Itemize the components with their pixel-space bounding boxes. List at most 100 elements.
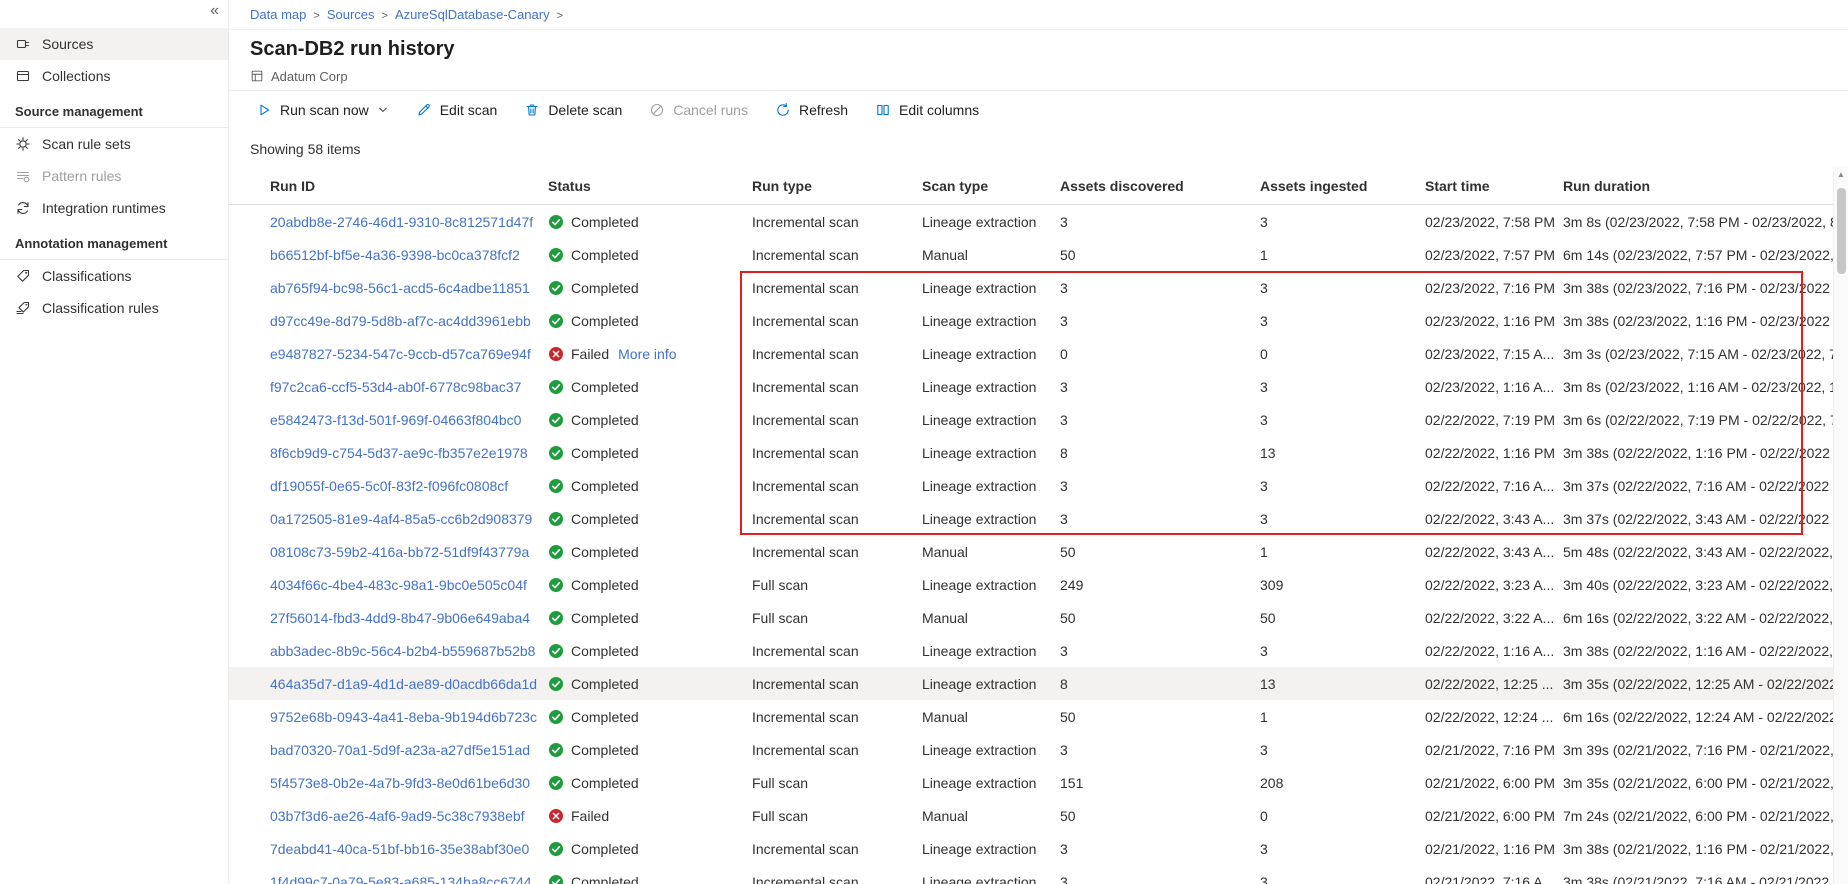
table-row[interactable]: df19055f-0e65-5c0f-83f2-f096fc0808cf Comp… bbox=[229, 469, 1848, 502]
table-row[interactable]: f97c2ca6-ccf5-53d4-ab0f-6778c98bac37 Comp… bbox=[229, 370, 1848, 403]
run-id-link[interactable]: e9487827-5234-547c-9ccb-d57ca769e94f bbox=[270, 346, 531, 362]
start-time-cell: 02/23/2022, 7:57 PM bbox=[1425, 246, 1555, 263]
table-row[interactable]: 5f4573e8-0b2e-4a7b-9fd3-8e0d61be6d30 Comp… bbox=[229, 766, 1848, 799]
column-header-run-id[interactable]: Run ID bbox=[270, 178, 548, 194]
status-failed-icon bbox=[548, 808, 564, 824]
sidebar-item-label: Collections bbox=[42, 68, 111, 84]
run-id-link[interactable]: 08108c73-59b2-416a-bb72-51df9f43779a bbox=[270, 544, 529, 560]
sidebar-item-pattern-rules[interactable]: Pattern rules bbox=[0, 160, 228, 192]
column-header-assets-ingested[interactable]: Assets ingested bbox=[1260, 178, 1425, 194]
run-id-link[interactable]: df19055f-0e65-5c0f-83f2-f096fc0808cf bbox=[270, 478, 508, 494]
run-id-link[interactable]: 03b7f3d6-ae26-4af6-9ad9-5c38c7938ebf bbox=[270, 808, 525, 824]
status-completed-icon bbox=[548, 412, 564, 428]
status-completed-icon bbox=[548, 841, 564, 857]
run-type-cell: Incremental scan bbox=[752, 213, 859, 230]
run-duration-cell: 3m 38s (02/22/2022, 1:16 AM - 02/22/2022… bbox=[1563, 642, 1845, 659]
scan-type-cell: Lineage extraction bbox=[922, 510, 1037, 527]
run-id-link[interactable]: abb3adec-8b9c-56c4-b2b4-b559687b52b8 bbox=[270, 643, 535, 659]
start-time-cell: 02/22/2022, 1:16 A... bbox=[1425, 642, 1555, 659]
sidebar-item-integration-runtimes[interactable]: Integration runtimes bbox=[0, 192, 228, 224]
table-row[interactable]: 08108c73-59b2-416a-bb72-51df9f43779a Comp… bbox=[229, 535, 1848, 568]
sidebar-item-sources[interactable]: Sources bbox=[0, 28, 228, 60]
run-type-cell: Full scan bbox=[752, 609, 809, 626]
run-id-link[interactable]: ab765f94-bc98-56c1-acd5-6c4adbe11851 bbox=[270, 280, 530, 296]
run-id-link[interactable]: 7deabd41-40ca-51bf-bb16-35e38abf30e0 bbox=[270, 841, 529, 857]
column-header-start-time[interactable]: Start time bbox=[1425, 178, 1563, 194]
run-type-cell: Incremental scan bbox=[752, 444, 859, 461]
scan-type-cell: Manual bbox=[922, 708, 968, 725]
table-row[interactable]: abb3adec-8b9c-56c4-b2b4-b559687b52b8 Comp… bbox=[229, 634, 1848, 667]
table-row[interactable]: 27f56014-fbd3-4dd9-8b47-9b06e649aba4 Comp… bbox=[229, 601, 1848, 634]
cancel-runs-button[interactable]: Cancel runs bbox=[649, 102, 748, 118]
table-row[interactable]: e9487827-5234-547c-9ccb-d57ca769e94f Fail… bbox=[229, 337, 1848, 370]
table-row[interactable]: 20abdb8e-2746-46d1-9310-8c812571d47f Comp… bbox=[229, 205, 1848, 238]
collections-icon bbox=[15, 68, 31, 84]
vertical-scrollbar[interactable]: ▲ bbox=[1833, 166, 1848, 884]
run-id-link[interactable]: 4034f66c-4be4-483c-98a1-9bc0e505c04f bbox=[270, 577, 527, 593]
column-header-run-type[interactable]: Run type bbox=[752, 178, 922, 194]
run-id-link[interactable]: 27f56014-fbd3-4dd9-8b47-9b06e649aba4 bbox=[270, 610, 530, 626]
table-row[interactable]: d97cc49e-8d79-5d8b-af7c-ac4dd3961ebb Comp… bbox=[229, 304, 1848, 337]
table-row[interactable]: 03b7f3d6-ae26-4af6-9ad9-5c38c7938ebf Fail… bbox=[229, 799, 1848, 832]
run-type-cell: Full scan bbox=[752, 774, 809, 791]
breadcrumb-link-sources[interactable]: Sources bbox=[327, 7, 375, 22]
sidebar-item-collections[interactable]: Collections bbox=[0, 60, 228, 92]
table-row[interactable]: 8f6cb9d9-c754-5d37-ae9c-fb357e2e1978 Comp… bbox=[229, 436, 1848, 469]
sidebar-item-label: Pattern rules bbox=[42, 168, 122, 184]
table-row[interactable]: 4034f66c-4be4-483c-98a1-9bc0e505c04f Comp… bbox=[229, 568, 1848, 601]
run-id-link[interactable]: f97c2ca6-ccf5-53d4-ab0f-6778c98bac37 bbox=[270, 379, 521, 395]
run-scan-now-button[interactable]: Run scan now bbox=[256, 102, 389, 118]
toolbar-button-label: Edit scan bbox=[439, 101, 498, 118]
table-row[interactable]: 1f4d99c7-0a79-5e83-a685-134ba8cc6744 Comp… bbox=[229, 865, 1848, 884]
edit-scan-button[interactable]: Edit scan bbox=[416, 101, 498, 118]
table-row[interactable]: 7deabd41-40ca-51bf-bb16-35e38abf30e0 Comp… bbox=[229, 832, 1848, 865]
table-row[interactable]: b66512bf-bf5e-4a36-9398-bc0ca378fcf2 Comp… bbox=[229, 238, 1848, 271]
sidebar-item-scan-rule-sets[interactable]: Scan rule sets bbox=[0, 128, 228, 160]
column-header-status[interactable]: Status bbox=[548, 178, 752, 194]
run-id-link[interactable]: 5f4573e8-0b2e-4a7b-9fd3-8e0d61be6d30 bbox=[270, 775, 530, 791]
column-header-run-duration[interactable]: Run duration bbox=[1563, 178, 1848, 194]
run-id-link[interactable]: 1f4d99c7-0a79-5e83-a685-134ba8cc6744 bbox=[270, 874, 532, 884]
column-header-scan-type[interactable]: Scan type bbox=[922, 178, 1060, 194]
run-duration-cell: 3m 37s (02/22/2022, 7:16 AM - 02/22/2022… bbox=[1563, 477, 1841, 494]
run-duration-cell: 5m 48s (02/22/2022, 3:43 AM - 02/22/2022… bbox=[1563, 543, 1845, 560]
app-window: « Sources Collections Source management Sca… bbox=[0, 0, 1848, 884]
scrollbar-thumb[interactable] bbox=[1837, 188, 1846, 274]
edit-columns-button[interactable]: Edit columns bbox=[875, 102, 979, 118]
table-row[interactable]: e5842473-f13d-501f-969f-04663f804bc0 Comp… bbox=[229, 403, 1848, 436]
sidebar-item-classifications[interactable]: Classifications bbox=[0, 260, 228, 292]
run-id-link[interactable]: 0a172505-81e9-4af4-85a5-cc6b2d908379 bbox=[270, 511, 532, 527]
sidebar-item-classification-rules[interactable]: Classification rules bbox=[0, 292, 228, 324]
sidebar-collapse-button[interactable]: « bbox=[210, 2, 219, 20]
table-row[interactable]: 464a35d7-d1a9-4d1d-ae89-d0acdb66da1d Comp… bbox=[229, 667, 1848, 700]
run-type-cell: Incremental scan bbox=[752, 378, 859, 395]
run-id-link[interactable]: 9752e68b-0943-4a41-8eba-9b194d6b723c bbox=[270, 709, 537, 725]
table-row[interactable]: 0a172505-81e9-4af4-85a5-cc6b2d908379 Comp… bbox=[229, 502, 1848, 535]
run-id-link[interactable]: e5842473-f13d-501f-969f-04663f804bc0 bbox=[270, 412, 521, 428]
status-completed-icon bbox=[548, 775, 564, 791]
items-count: Showing 58 items bbox=[250, 141, 361, 157]
breadcrumb-separator-icon: > bbox=[556, 10, 564, 22]
assets-discovered-cell: 8 bbox=[1060, 675, 1068, 692]
run-id-link[interactable]: 20abdb8e-2746-46d1-9310-8c812571d47f bbox=[270, 214, 533, 230]
table-row[interactable]: 9752e68b-0943-4a41-8eba-9b194d6b723c Comp… bbox=[229, 700, 1848, 733]
breadcrumb-link-data-map[interactable]: Data map bbox=[250, 7, 306, 22]
assets-ingested-cell: 13 bbox=[1260, 444, 1276, 461]
column-header-assets-discovered[interactable]: Assets discovered bbox=[1060, 178, 1260, 194]
breadcrumb-link-azuresqldatabase-canary[interactable]: AzureSqlDatabase-Canary bbox=[395, 7, 550, 22]
status-text: Failed bbox=[571, 345, 610, 362]
assets-discovered-cell: 50 bbox=[1060, 543, 1076, 560]
scan-type-cell: Lineage extraction bbox=[922, 774, 1037, 791]
run-id-link[interactable]: d97cc49e-8d79-5d8b-af7c-ac4dd3961ebb bbox=[270, 313, 531, 329]
status-completed-icon bbox=[548, 610, 564, 626]
run-id-link[interactable]: bad70320-70a1-5d9f-a23a-a27df5e151ad bbox=[270, 742, 530, 758]
table-row[interactable]: bad70320-70a1-5d9f-a23a-a27df5e151ad Comp… bbox=[229, 733, 1848, 766]
refresh-button[interactable]: Refresh bbox=[775, 102, 848, 118]
delete-scan-button[interactable]: Delete scan bbox=[524, 102, 622, 118]
run-id-link[interactable]: 464a35d7-d1a9-4d1d-ae89-d0acdb66da1d bbox=[270, 676, 537, 692]
run-id-link[interactable]: b66512bf-bf5e-4a36-9398-bc0ca378fcf2 bbox=[270, 247, 520, 263]
run-id-link[interactable]: 8f6cb9d9-c754-5d37-ae9c-fb357e2e1978 bbox=[270, 445, 528, 461]
more-info-link[interactable]: More info bbox=[618, 346, 676, 362]
scrollbar-up-arrow-icon[interactable]: ▲ bbox=[1834, 166, 1848, 182]
table-row[interactable]: ab765f94-bc98-56c1-acd5-6c4adbe11851 Comp… bbox=[229, 271, 1848, 304]
